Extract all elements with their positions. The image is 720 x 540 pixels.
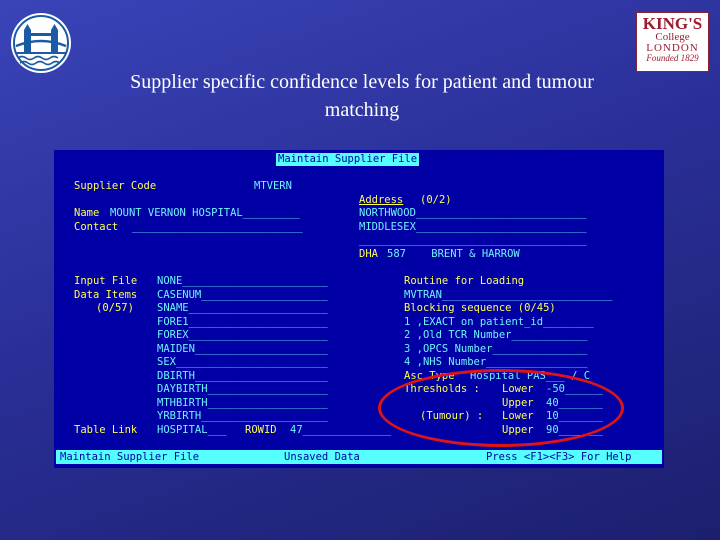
address-count: (0/2) [420, 194, 452, 206]
data-item[interactable]: FOREX______________________ [157, 329, 328, 342]
logo-line-founded: Founded 1829 [646, 53, 699, 63]
data-item[interactable]: CASENUM____________________ [157, 289, 328, 302]
supplier-code-field[interactable]: MTVERN [254, 180, 292, 193]
highlight-ellipse [378, 369, 624, 447]
input-file-field[interactable]: NONE_______________________ [157, 275, 328, 288]
blocking-label: Blocking sequence (0/45) [404, 302, 556, 314]
data-item[interactable]: MAIDEN_____________________ [157, 343, 328, 356]
blocking-item[interactable]: 2 ,Old TCR Number____________ [404, 329, 587, 342]
rowid-label: ROWID [245, 424, 277, 436]
data-item[interactable]: SEX________________________ [157, 356, 328, 369]
address-line-3[interactable]: ____________________________________ [359, 234, 587, 247]
address-label: Address [359, 194, 404, 206]
blocking-item[interactable]: 3 ,OPCS Number_______________ [404, 343, 587, 356]
status-bar: Maintain Supplier File Unsaved Data Pres… [56, 450, 662, 464]
data-item[interactable]: FORE1______________________ [157, 316, 328, 329]
dha-label: DHA [359, 248, 378, 260]
address-line-2[interactable]: MIDDLESEX___________________________ [359, 221, 587, 234]
screen-header: Maintain Supplier File [276, 153, 420, 166]
bridge-logo [10, 12, 72, 74]
data-item[interactable]: SNAME______________________ [157, 302, 328, 315]
name-label: Name [74, 207, 100, 219]
blocking-item[interactable]: 4 ,NHS Number________________ [404, 356, 587, 369]
table-link-field[interactable]: HOSPITAL___ [157, 424, 227, 437]
status-left: Maintain Supplier File [60, 451, 200, 463]
name-field[interactable]: MOUNT VERNON HOSPITAL_________ [110, 207, 300, 220]
status-mid: Unsaved Data [284, 451, 360, 463]
data-item[interactable]: DBIRTH_____________________ [157, 370, 328, 383]
blocking-item[interactable]: 1 ,EXACT on patient_id________ [404, 316, 594, 329]
data-item[interactable]: YRBIRTH____________________ [157, 410, 328, 423]
kings-college-logo: KING'S College LONDON Founded 1829 [636, 12, 709, 72]
slide-title: Supplier specific confidence levels for … [130, 71, 594, 121]
contact-field[interactable]: ___________________________ [132, 221, 303, 234]
input-file-label: Input File [74, 275, 138, 287]
supplier-code-label: Supplier Code [74, 180, 157, 192]
data-item[interactable]: DAYBIRTH___________________ [157, 383, 328, 396]
table-link-label: Table Link [74, 424, 138, 436]
status-help: Press <F1><F3> For Help [486, 451, 632, 463]
address-line-1[interactable]: NORTHWOOD___________________________ [359, 207, 587, 220]
routine-label: Routine for Loading [404, 275, 525, 287]
contact-label: Contact [74, 221, 119, 233]
routine-field[interactable]: MVTRAN___________________________ [404, 289, 613, 302]
data-items-label: Data Items [74, 289, 138, 301]
dha-field[interactable]: 587 BRENT & HARROW [387, 248, 520, 261]
rowid-field[interactable]: 47______________ [290, 424, 391, 437]
data-item[interactable]: MTHBIRTH___________________ [157, 397, 328, 410]
logo-line-kings: KING'S [642, 14, 703, 33]
data-items-count: (0/57) [96, 302, 134, 314]
